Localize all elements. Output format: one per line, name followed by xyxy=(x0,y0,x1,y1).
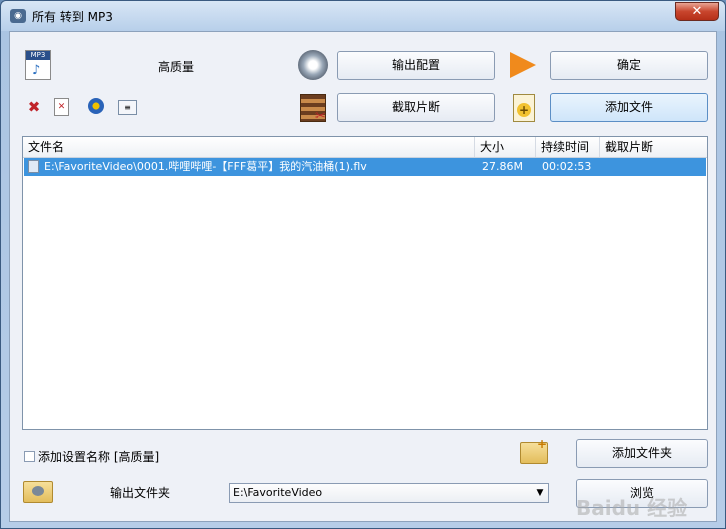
music-note-icon: ♪ xyxy=(32,63,41,78)
delete-icon[interactable]: ✖ xyxy=(25,98,43,116)
chevron-down-icon[interactable]: ▼ xyxy=(532,484,548,502)
clip-button[interactable]: 截取片断 xyxy=(337,93,495,122)
mp3-icon-label: MP3 xyxy=(26,51,50,60)
arrow-right-icon xyxy=(510,52,536,78)
properties-icon[interactable]: ≡ xyxy=(118,100,137,115)
play-icon[interactable] xyxy=(88,98,104,114)
column-filename[interactable]: 文件名 xyxy=(23,137,475,157)
remove-file-icon[interactable]: ✕ xyxy=(54,98,69,116)
dialog-body: MP3 ♪ 高质量 输出配置 确定 ✖ ✕ ≡ ✂ 截取片断 + 添加文件 文件… xyxy=(9,31,717,522)
row-filename: E:\FavoriteVideo\0001.哔哩哔哩-【FFF葛平】我的汽油桶(… xyxy=(44,160,367,173)
output-folder-icon xyxy=(23,481,53,503)
column-size[interactable]: 大小 xyxy=(475,137,536,157)
row-size: 27.86M xyxy=(482,160,523,173)
add-folder-button[interactable]: 添加文件夹 xyxy=(576,439,708,468)
output-folder-value: E:\FavoriteVideo xyxy=(233,486,323,499)
close-button[interactable]: ✕ xyxy=(675,2,719,21)
file-list[interactable]: 文件名 大小 持续时间 截取片断 E:\FavoriteVideo\0001.哔… xyxy=(22,136,708,430)
watermark: Baidu 经验 xyxy=(576,496,688,520)
title-bar: ◉ 所有 转到 MP3 ✕ xyxy=(1,1,725,31)
output-folder-select[interactable]: E:\FavoriteVideo ▼ xyxy=(229,483,549,503)
new-folder-icon: + xyxy=(520,437,548,464)
column-clip[interactable]: 截取片断 xyxy=(600,137,707,157)
output-config-icon xyxy=(298,50,328,80)
table-row[interactable]: E:\FavoriteVideo\0001.哔哩哔哩-【FFF葛平】我的汽油桶(… xyxy=(24,158,706,176)
ok-button[interactable]: 确定 xyxy=(550,51,708,80)
column-duration[interactable]: 持续时间 xyxy=(536,137,600,157)
output-folder-label: 输出文件夹 xyxy=(110,486,171,500)
film-scissors-icon: ✂ xyxy=(300,94,326,124)
add-setting-name-label: 添加设置名称 [高质量] xyxy=(38,450,160,464)
window-title: 所有 转到 MP3 xyxy=(32,10,113,24)
mp3-format-icon: MP3 ♪ xyxy=(25,50,51,80)
output-config-button[interactable]: 输出配置 xyxy=(337,51,495,80)
app-icon: ◉ xyxy=(10,9,26,23)
video-file-icon xyxy=(28,160,39,173)
add-file-button[interactable]: 添加文件 xyxy=(550,93,708,122)
row-duration: 00:02:53 xyxy=(542,160,592,173)
add-setting-name-checkbox[interactable] xyxy=(24,451,35,462)
quality-label: 高质量 xyxy=(158,60,195,74)
list-header: 文件名 大小 持续时间 截取片断 xyxy=(23,137,707,158)
row-clip xyxy=(606,158,706,176)
app-window: ◉ 所有 转到 MP3 ✕ MP3 ♪ 高质量 输出配置 确定 ✖ ✕ ≡ ✂ … xyxy=(0,0,726,529)
add-file-icon: + xyxy=(513,94,535,122)
